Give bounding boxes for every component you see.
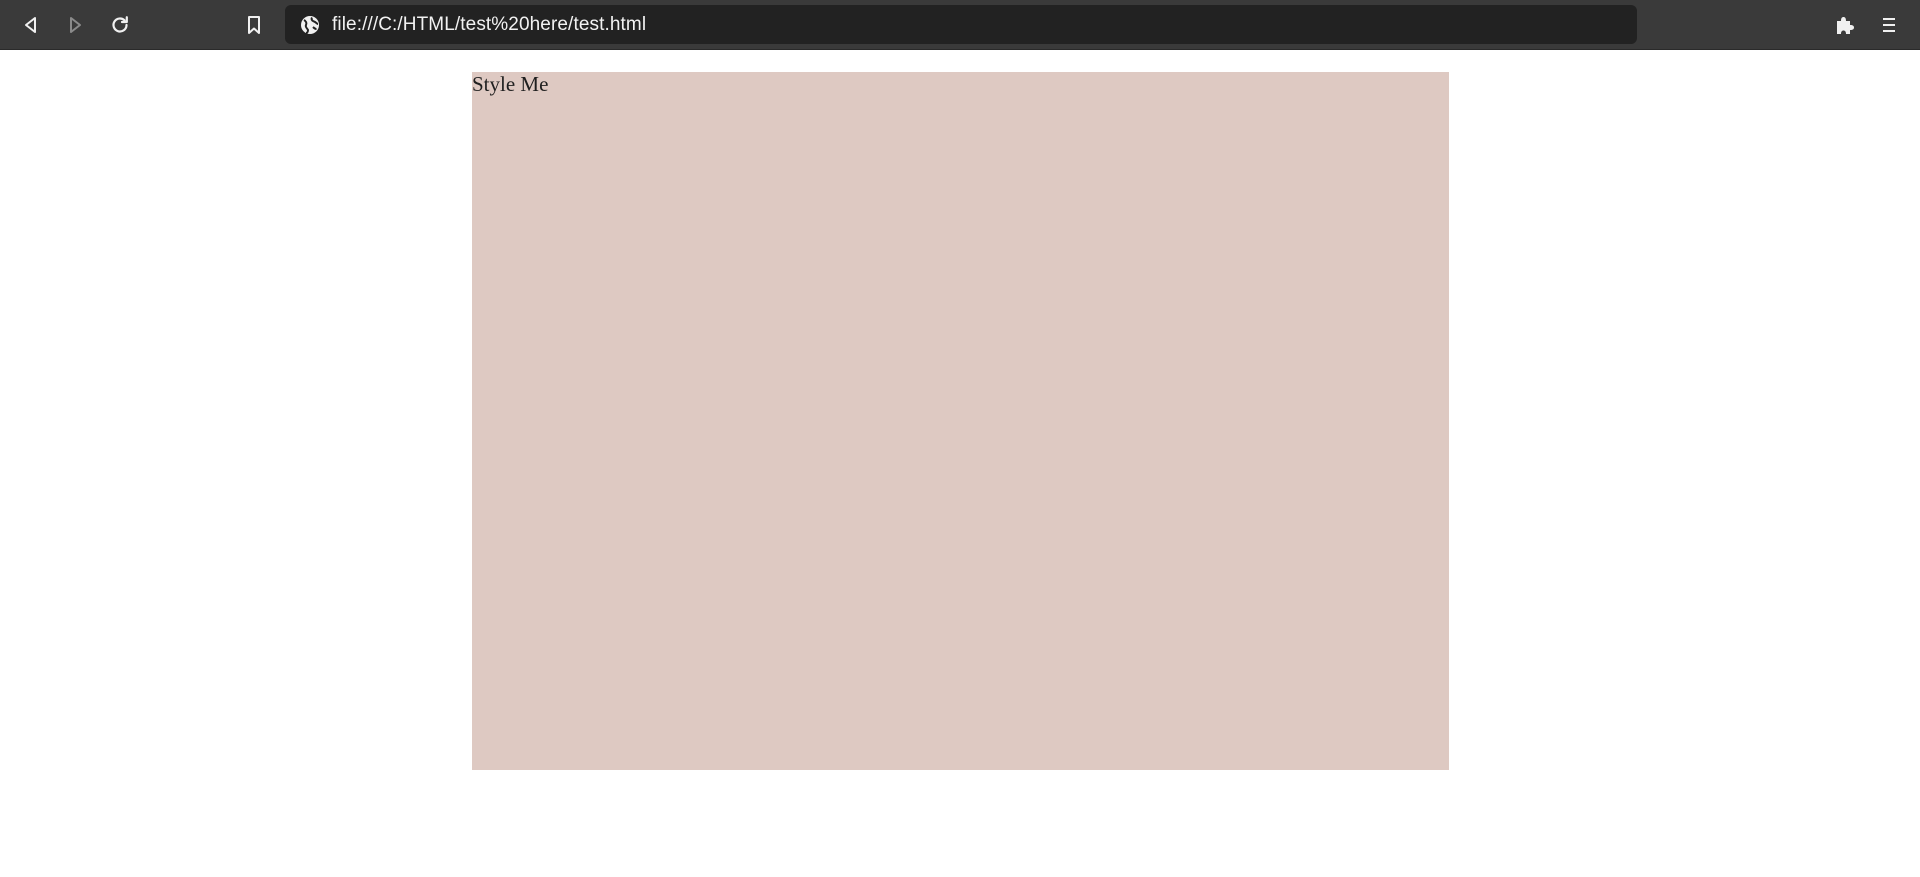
bookmark-icon (244, 14, 264, 36)
back-button[interactable] (15, 9, 47, 41)
reload-icon (109, 14, 131, 36)
browser-toolbar: file:///C:/HTML/test%20here/test.html (0, 0, 1920, 50)
menu-button[interactable] (1873, 9, 1905, 41)
page-viewport: Style Me (0, 50, 1920, 877)
box-text: Style Me (472, 72, 549, 96)
url-text[interactable]: file:///C:/HTML/test%20here/test.html (332, 14, 646, 36)
forward-button[interactable] (59, 9, 91, 41)
styled-box: Style Me (472, 72, 1449, 770)
bookmark-button[interactable] (238, 9, 270, 41)
reload-button[interactable] (104, 9, 136, 41)
address-bar[interactable]: file:///C:/HTML/test%20here/test.html (285, 5, 1637, 44)
forward-arrow-icon (65, 15, 85, 35)
puzzle-piece-icon (1834, 14, 1856, 36)
globe-icon[interactable] (299, 14, 321, 36)
extensions-button[interactable] (1829, 9, 1861, 41)
back-arrow-icon (21, 15, 41, 35)
hamburger-menu-icon (1880, 15, 1898, 35)
